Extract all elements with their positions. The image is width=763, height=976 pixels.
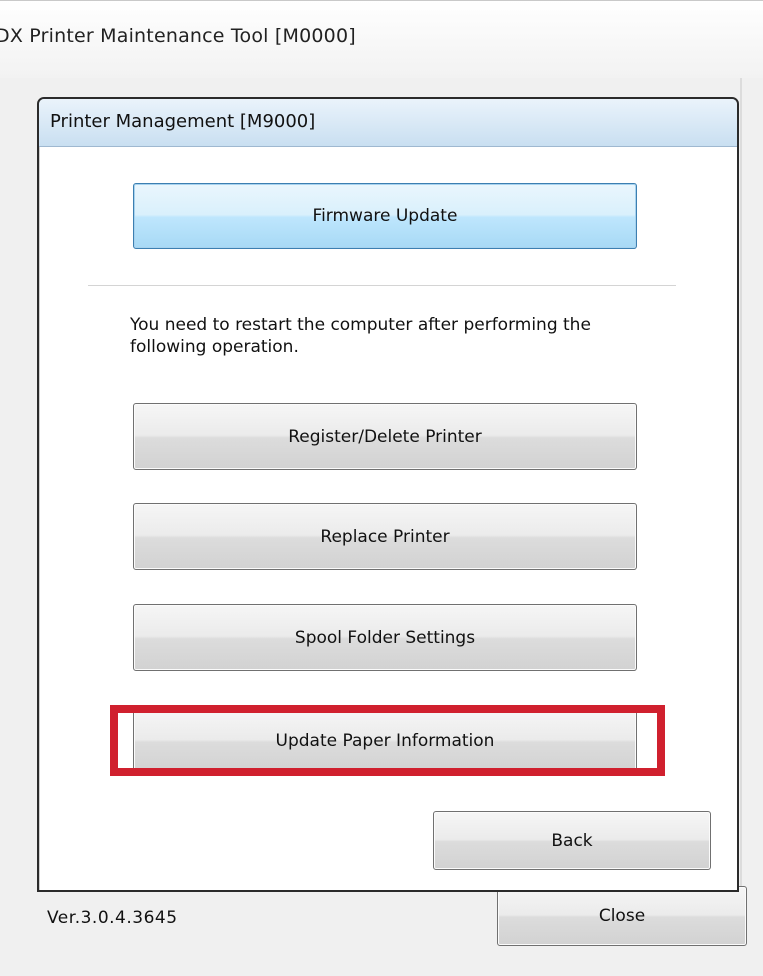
spool-folder-settings-label: Spool Folder Settings (294, 627, 476, 648)
close-button-label: Close (598, 906, 646, 926)
close-button[interactable]: Close (497, 886, 747, 946)
firmware-update-label: Firmware Update (312, 206, 458, 226)
back-button-label: Back (551, 830, 593, 851)
update-paper-information-button[interactable]: Update Paper Information (133, 708, 637, 774)
restart-notice: You need to restart the computer after p… (130, 315, 591, 357)
version-label: Ver.3.0.4.3645 (47, 908, 178, 928)
dialog-titlebar: Printer Management [M9000] (39, 99, 737, 147)
main-window-titlebar: DX Printer Maintenance Tool [M0000] (0, 0, 763, 79)
dialog-title: Printer Management [M9000] (50, 111, 316, 132)
section-divider (88, 285, 676, 286)
firmware-update-button[interactable]: Firmware Update (133, 183, 637, 249)
main-window-frame-edge (740, 78, 742, 898)
back-button[interactable]: Back (433, 811, 711, 870)
replace-printer-label: Replace Printer (320, 526, 450, 547)
spool-folder-settings-button[interactable]: Spool Folder Settings (133, 604, 637, 671)
update-paper-information-label: Update Paper Information (275, 731, 495, 751)
register-delete-printer-button[interactable]: Register/Delete Printer (133, 403, 637, 470)
replace-printer-button[interactable]: Replace Printer (133, 503, 637, 570)
main-window-title: DX Printer Maintenance Tool [M0000] (0, 25, 356, 47)
register-delete-printer-label: Register/Delete Printer (288, 426, 482, 447)
